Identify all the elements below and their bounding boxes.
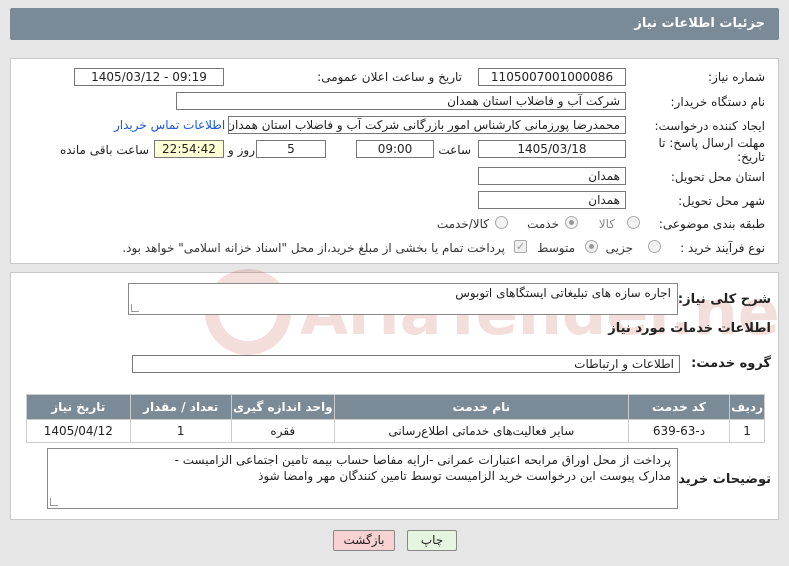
- purchase-type-option-minor: جزیی: [605, 241, 633, 255]
- services-table: ردیف کد خدمت نام خدمت واحد اندازه گیری ت…: [26, 394, 765, 443]
- deadline-date-field: 1405/03/18: [478, 140, 626, 158]
- cell-need-date: 1405/04/12: [26, 419, 131, 443]
- purchase-type-radio-medium[interactable]: [585, 240, 598, 253]
- announce-datetime-field: 1405/03/12 - 09:19: [74, 68, 224, 86]
- back-button[interactable]: بازگشت: [333, 530, 395, 551]
- buyer-notes-field: پرداخت از محل اوراق مرابحه اعتبارات عمرا…: [47, 448, 678, 509]
- col-quantity: تعداد / مقدار: [129, 394, 232, 420]
- requester-label: ایجاد کننده درخواست:: [654, 119, 765, 133]
- col-service-name: نام خدمت: [333, 394, 629, 420]
- resize-handle[interactable]: [131, 304, 139, 312]
- remaining-time-field: 22:54:42: [154, 140, 224, 158]
- buyer-org-field: شرکت آب و فاضلاب استان همدان: [176, 92, 626, 110]
- purchase-type-radio-minor[interactable]: [648, 240, 661, 253]
- cell-row: 1: [729, 419, 765, 443]
- service-group-field: اطلاعات و ارتباطات: [132, 355, 680, 373]
- table-row: 1 د-63-639 سایر فعالیت‌های خدماتی اطلاع‌…: [26, 419, 765, 443]
- treasury-note: پرداخت تمام یا بخشی از مبلغ خرید،از محل …: [122, 241, 505, 255]
- delivery-province-label: استان محل تحویل:: [670, 170, 765, 184]
- category-option-goods-service: کالا/خدمت: [436, 217, 489, 231]
- deadline-time-label: ساعت: [438, 143, 471, 157]
- col-service-code: کد خدمت: [627, 394, 731, 420]
- treasury-checkbox[interactable]: ✓: [514, 240, 527, 253]
- deadline-time-field: 09:00: [356, 140, 434, 158]
- delivery-city-field: همدان: [478, 191, 626, 209]
- buyer-contact-link[interactable]: اطلاعات تماس خریدار: [114, 118, 225, 132]
- buyer-notes-line-2: مدارک پیوست این درخواست خرید الزامیست تو…: [258, 469, 671, 483]
- category-radio-goods[interactable]: [627, 216, 640, 229]
- purchase-type-option-medium: متوسط: [537, 241, 575, 255]
- col-unit: واحد اندازه گیری: [230, 394, 335, 420]
- announce-datetime-label: تاریخ و ساعت اعلان عمومی:: [317, 70, 462, 84]
- general-description-label: شرح کلی نیاز:: [677, 292, 771, 307]
- need-number-field: 1105007001000086: [478, 68, 626, 86]
- col-row: ردیف: [729, 394, 765, 420]
- page-header: جزئیات اطلاعات نیاز: [10, 8, 779, 40]
- service-group-label: گروه خدمت:: [691, 356, 771, 371]
- category-radio-service[interactable]: [565, 216, 578, 229]
- deadline-days-label: روز و: [228, 143, 255, 157]
- cell-service-name: سایر فعالیت‌های خدماتی اطلاع‌رسانی: [333, 419, 629, 443]
- general-description-text: اجاره سازه های تبلیغاتی ایستگاهای اتوبوس: [455, 286, 671, 300]
- delivery-city-label: شهر محل تحویل:: [678, 194, 765, 208]
- table-header-row: ردیف کد خدمت نام خدمت واحد اندازه گیری ت…: [26, 394, 765, 420]
- remaining-time-label: ساعت باقی مانده: [59, 143, 149, 157]
- cell-quantity: 1: [129, 419, 232, 443]
- page-title: جزئیات اطلاعات نیاز: [634, 16, 765, 31]
- print-button[interactable]: چاپ: [407, 530, 457, 551]
- general-description-field: اجاره سازه های تبلیغاتی ایستگاهای اتوبوس: [128, 283, 678, 315]
- requester-field: محمدرضا پورزمانی کارشناس امور بازرگانی ش…: [228, 116, 626, 134]
- purchase-type-label: نوع فرآیند خرید :: [680, 241, 765, 255]
- category-radio-goods-service[interactable]: [495, 216, 508, 229]
- category-option-service: خدمت: [527, 217, 559, 231]
- resize-handle[interactable]: [50, 498, 58, 506]
- cell-service-code: د-63-639: [627, 419, 731, 443]
- need-number-label: شماره نیاز:: [708, 70, 765, 84]
- buyer-notes-line-1: پرداخت از محل اوراق مرابحه اعتبارات عمرا…: [174, 453, 671, 467]
- cell-unit: فقره: [230, 419, 335, 443]
- category-label: طبقه بندی موضوعی:: [658, 217, 765, 231]
- col-need-date: تاریخ نیاز: [26, 394, 131, 420]
- deadline-days-field: 5: [256, 140, 326, 158]
- deadline-label: مهلت ارسال پاسخ: تا تاریخ:: [658, 136, 765, 164]
- delivery-province-field: همدان: [478, 167, 626, 185]
- buyer-org-label: نام دستگاه خریدار:: [670, 95, 766, 109]
- services-section-title: اطلاعات خدمات مورد نیاز: [608, 321, 771, 336]
- category-option-goods: کالا: [598, 217, 615, 231]
